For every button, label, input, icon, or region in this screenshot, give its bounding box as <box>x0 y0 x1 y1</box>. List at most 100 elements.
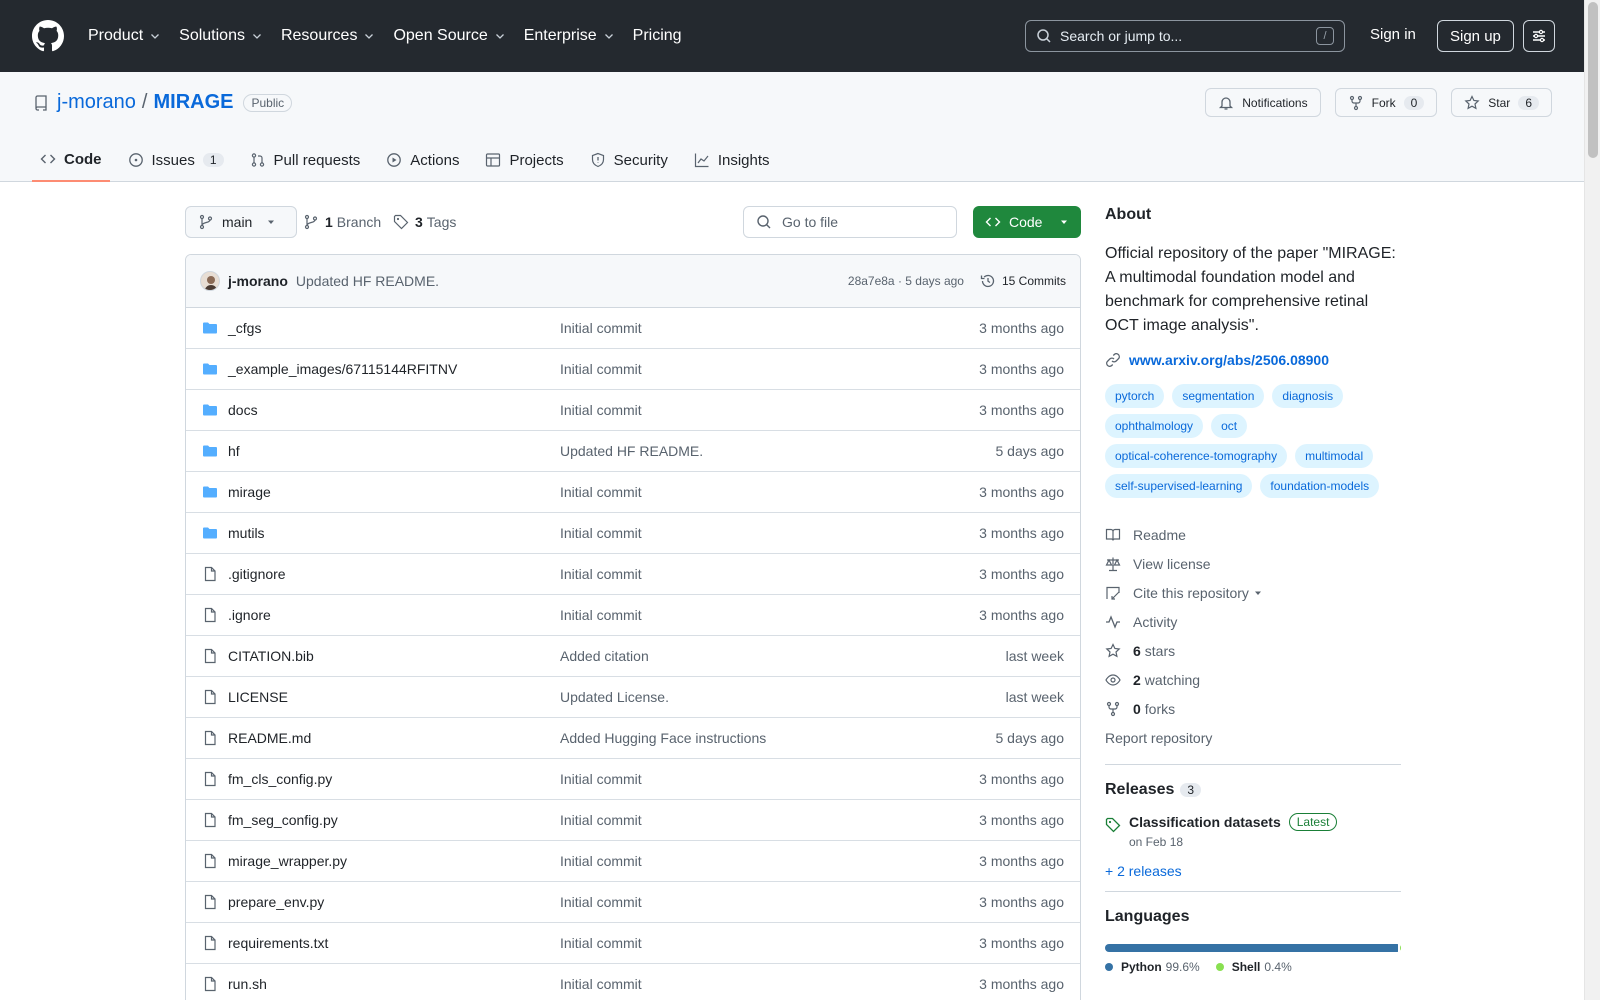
file-name-link[interactable]: run.sh <box>228 976 560 992</box>
file-name-link[interactable]: fm_cls_config.py <box>228 771 560 787</box>
activity-link[interactable]: Activity <box>1105 607 1401 636</box>
topic-tag[interactable]: ophthalmology <box>1105 414 1204 438</box>
file-name-link[interactable]: LICENSE <box>228 689 560 705</box>
tab-code[interactable]: Code <box>32 138 110 182</box>
topic-tag[interactable]: foundation-models <box>1260 474 1380 498</box>
star-button[interactable]: Star 6 <box>1451 88 1552 117</box>
table-row[interactable]: docs Initial commit 3 months ago <box>186 390 1080 431</box>
file-commit-message-link[interactable]: Initial commit <box>560 935 979 951</box>
topic-tag[interactable]: diagnosis <box>1272 384 1344 408</box>
table-row[interactable]: mirage Initial commit 3 months ago <box>186 472 1080 513</box>
file-name-link[interactable]: _cfgs <box>228 320 560 336</box>
table-row[interactable]: .ignore Initial commit 3 months ago <box>186 595 1080 636</box>
table-row[interactable]: prepare_env.py Initial commit 3 months ago <box>186 882 1080 923</box>
file-commit-message-link[interactable]: Initial commit <box>560 484 979 500</box>
file-name-link[interactable]: mirage <box>228 484 560 500</box>
stars-link[interactable]: 6 stars <box>1105 636 1401 665</box>
table-row[interactable]: _cfgs Initial commit 3 months ago <box>186 308 1080 349</box>
topic-tag[interactable]: multimodal <box>1295 444 1374 468</box>
github-logo-icon[interactable] <box>32 20 64 52</box>
sign-up-button[interactable]: Sign up <box>1437 20 1514 52</box>
file-commit-message-link[interactable]: Added Hugging Face instructions <box>560 730 996 746</box>
file-name-link[interactable]: .ignore <box>228 607 560 623</box>
file-commit-message-link[interactable]: Added citation <box>560 648 1006 664</box>
file-name-link[interactable]: mutils <box>228 525 560 541</box>
nav-enterprise[interactable]: Enterprise <box>524 27 615 45</box>
cite-repository-button[interactable]: Cite this repository <box>1105 578 1401 607</box>
file-commit-message-link[interactable]: Initial commit <box>560 853 979 869</box>
more-releases-link[interactable]: + 2 releases <box>1105 863 1401 879</box>
nav-open-source[interactable]: Open Source <box>393 27 505 45</box>
file-commit-message-link[interactable]: Initial commit <box>560 525 979 541</box>
branch-selector[interactable]: main <box>185 206 298 238</box>
file-commit-message-link[interactable]: Initial commit <box>560 976 979 992</box>
nav-resources[interactable]: Resources <box>281 27 375 45</box>
table-row[interactable]: .gitignore Initial commit 3 months ago <box>186 554 1080 595</box>
report-repository-link[interactable]: Report repository <box>1105 723 1401 752</box>
latest-release[interactable]: Classification datasets Latest on Feb 18 <box>1105 813 1401 849</box>
file-name-link[interactable]: README.md <box>228 730 560 746</box>
topic-tag[interactable]: self-supervised-learning <box>1105 474 1253 498</box>
license-link[interactable]: View license <box>1105 549 1401 578</box>
nav-pricing[interactable]: Pricing <box>633 27 682 45</box>
table-row[interactable]: README.md Added Hugging Face instructions… <box>186 718 1080 759</box>
file-commit-message-link[interactable]: Initial commit <box>560 607 979 623</box>
avatar[interactable] <box>200 271 220 291</box>
topic-tag[interactable]: optical-coherence-tomography <box>1105 444 1288 468</box>
notifications-button[interactable]: Notifications <box>1205 88 1321 117</box>
topic-tag[interactable]: pytorch <box>1105 384 1165 408</box>
tab-issues[interactable]: Issues 1 <box>120 138 232 182</box>
sliders-icon[interactable] <box>1523 20 1555 52</box>
file-name-link[interactable]: fm_seg_config.py <box>228 812 560 828</box>
file-name-link[interactable]: docs <box>228 402 560 418</box>
file-commit-message-link[interactable]: Initial commit <box>560 402 979 418</box>
file-commit-message-link[interactable]: Updated HF README. <box>560 443 996 459</box>
file-name-link[interactable]: hf <box>228 443 560 459</box>
file-name-link[interactable]: _example_images/67115144RFITNV <box>228 361 560 377</box>
table-row[interactable]: fm_seg_config.py Initial commit 3 months a… <box>186 800 1080 841</box>
file-commit-message-link[interactable]: Initial commit <box>560 566 979 582</box>
global-search-input[interactable]: Search or jump to... / <box>1025 20 1345 52</box>
file-commit-message-link[interactable]: Initial commit <box>560 894 979 910</box>
file-commit-message-link[interactable]: Updated License. <box>560 689 1006 705</box>
file-name-link[interactable]: requirements.txt <box>228 935 560 951</box>
language-legend-item[interactable]: Shell 0.4% <box>1215 960 1292 974</box>
fork-button[interactable]: Fork 0 <box>1334 88 1438 117</box>
file-name-link[interactable]: mirage_wrapper.py <box>228 853 560 869</box>
branches-link[interactable]: 1 Branch <box>303 214 381 230</box>
scrollbar-thumb[interactable] <box>1588 2 1598 158</box>
tags-link[interactable]: 3 Tags <box>393 214 456 230</box>
file-commit-message-link[interactable]: Initial commit <box>560 320 979 336</box>
table-row[interactable]: requirements.txt Initial commit 3 months a… <box>186 923 1080 964</box>
file-name-link[interactable]: prepare_env.py <box>228 894 560 910</box>
watchers-link[interactable]: 2 watching <box>1105 665 1401 694</box>
tab-security[interactable]: Security <box>582 138 676 182</box>
code-dropdown-button[interactable]: Code <box>973 206 1081 238</box>
table-row[interactable]: LICENSE Updated License. last week <box>186 677 1080 718</box>
commit-hash-time[interactable]: 28a7e8a · 5 days ago <box>848 274 964 288</box>
nav-product[interactable]: Product <box>88 27 161 45</box>
file-commit-message-link[interactable]: Initial commit <box>560 361 979 377</box>
nav-solutions[interactable]: Solutions <box>179 27 263 45</box>
table-row[interactable]: fm_cls_config.py Initial commit 3 months a… <box>186 759 1080 800</box>
repo-name-link[interactable]: MIRAGE <box>153 91 233 114</box>
forks-link[interactable]: 0 forks <box>1105 694 1401 723</box>
releases-heading[interactable]: Releases 3 <box>1105 781 1401 799</box>
tab-insights[interactable]: Insights <box>686 138 778 182</box>
language-legend-item[interactable]: Python 99.6% <box>1105 960 1200 974</box>
file-name-link[interactable]: .gitignore <box>228 566 560 582</box>
table-row[interactable]: mirage_wrapper.py Initial commit 3 months … <box>186 841 1080 882</box>
go-to-file-input[interactable]: Go to file <box>743 206 957 238</box>
commit-author-link[interactable]: j-morano <box>228 273 288 289</box>
tab-actions[interactable]: Actions <box>378 138 467 182</box>
file-commit-message-link[interactable]: Initial commit <box>560 771 979 787</box>
tab-pull-requests[interactable]: Pull requests <box>242 138 369 182</box>
commit-message-link[interactable]: Updated HF README. <box>296 273 439 289</box>
topic-tag[interactable]: segmentation <box>1172 384 1265 408</box>
readme-link[interactable]: Readme <box>1105 520 1401 549</box>
file-commit-message-link[interactable]: Initial commit <box>560 812 979 828</box>
table-row[interactable]: CITATION.bib Added citation last week <box>186 636 1080 677</box>
tab-projects[interactable]: Projects <box>477 138 571 182</box>
table-row[interactable]: run.sh Initial commit 3 months ago <box>186 964 1080 1000</box>
file-name-link[interactable]: CITATION.bib <box>228 648 560 664</box>
